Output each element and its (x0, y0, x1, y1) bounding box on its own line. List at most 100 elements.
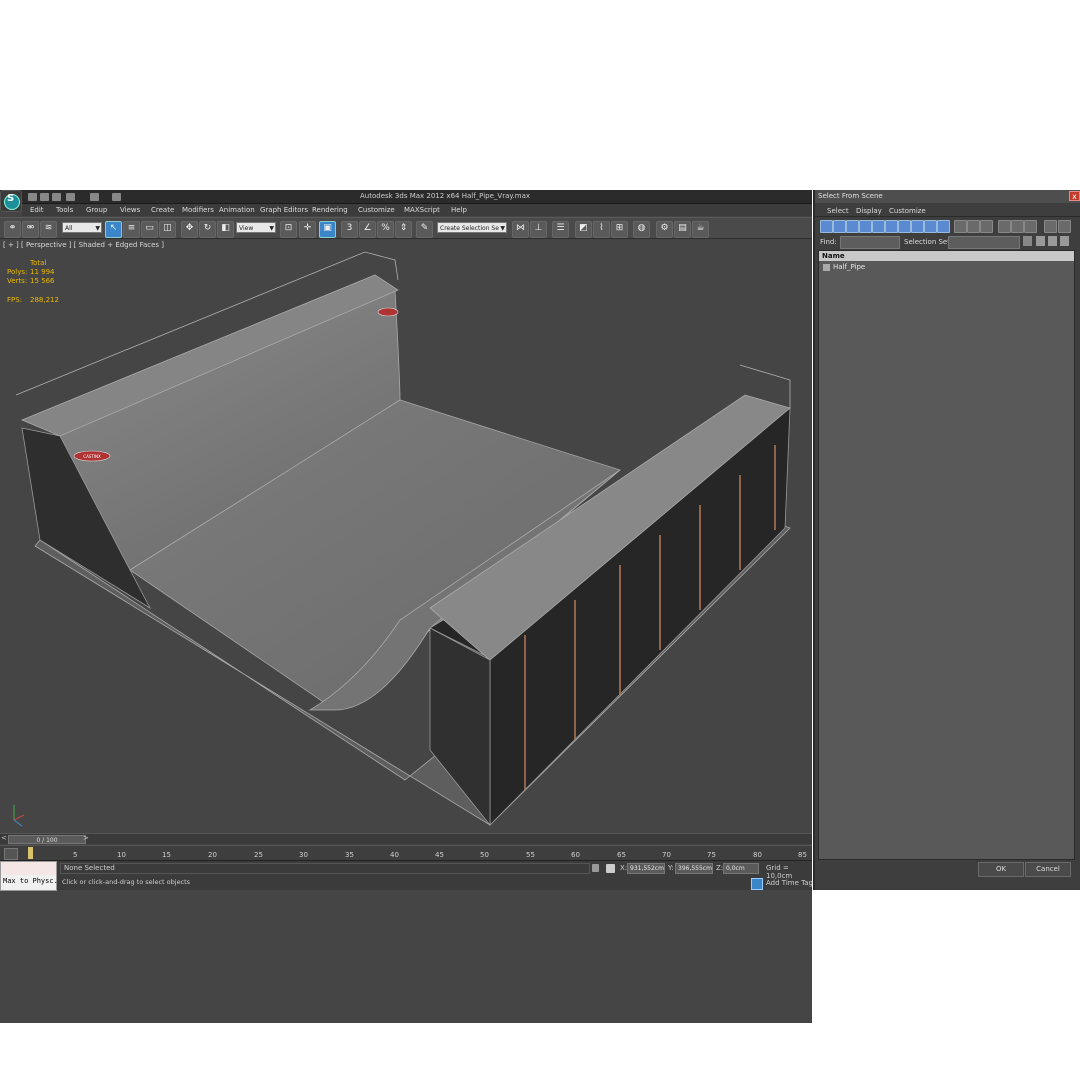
columns-icon[interactable] (1048, 236, 1057, 246)
display-dependents-icon[interactable] (1024, 220, 1037, 233)
menu-maxscript[interactable]: MAXScript (404, 206, 440, 214)
rotate-icon[interactable]: ↻ (199, 221, 216, 238)
material-editor-icon[interactable]: ◍ (633, 221, 650, 238)
tab-select[interactable]: Select (827, 207, 849, 215)
angle-snap-icon[interactable]: ∠ (359, 221, 376, 238)
list-item[interactable]: Half_Pipe (823, 263, 865, 271)
pivot-center-icon[interactable]: ⊡ (280, 221, 297, 238)
perspective-viewport[interactable]: [ + ] [ Perspective ] [ Shaded + Edged F… (0, 240, 812, 1023)
menu-rendering[interactable]: Rendering (312, 206, 348, 214)
track-bar[interactable]: 5 10 15 20 25 30 35 40 45 50 55 60 65 70… (0, 845, 812, 860)
layer-manager-icon[interactable]: ☰ (552, 221, 569, 238)
unlink-icon[interactable]: ⚮ (22, 221, 39, 238)
select-all-icon[interactable] (954, 220, 967, 233)
undo-icon[interactable] (66, 193, 75, 201)
time-next-arrow[interactable]: > (83, 834, 89, 842)
time-slider-bar[interactable]: < 0 / 100 > (0, 833, 812, 844)
scale-icon[interactable]: ◧ (217, 221, 234, 238)
menu-create[interactable]: Create (151, 206, 174, 214)
menu-edit[interactable]: Edit (30, 206, 44, 214)
close-button[interactable]: x (1069, 191, 1080, 201)
filter-bones-icon[interactable] (924, 220, 937, 233)
filter-spacewarps-icon[interactable] (885, 220, 898, 233)
menu-tools[interactable]: Tools (56, 206, 73, 214)
open-file-icon[interactable] (40, 193, 49, 201)
transform-mode-icon[interactable] (606, 864, 615, 873)
time-slider-thumb[interactable]: 0 / 100 (8, 835, 86, 844)
align-icon[interactable]: ⊥ (530, 221, 547, 238)
edit-named-selection-icon[interactable]: ✎ (416, 221, 433, 238)
half-pipe-model[interactable]: CASTINX (0, 240, 812, 833)
percent-snap-icon[interactable]: % (377, 221, 394, 238)
menu-group[interactable]: Group (86, 206, 107, 214)
menu-modifiers[interactable]: Modifiers (182, 206, 214, 214)
menu-views[interactable]: Views (120, 206, 140, 214)
select-none-icon[interactable] (967, 220, 980, 233)
render-setup-icon[interactable]: ⚙ (656, 221, 673, 238)
filter-containers-icon[interactable] (937, 220, 950, 233)
filter-geometry-icon[interactable] (820, 220, 833, 233)
reference-coordinate-dropdown[interactable]: View ▼ (236, 222, 276, 233)
filter-shapes-icon[interactable] (833, 220, 846, 233)
select-by-name-icon[interactable]: ≡ (123, 221, 140, 238)
select-invert-icon[interactable] (980, 220, 993, 233)
lock-selection-icon[interactable] (592, 864, 599, 872)
spinner-snap-icon[interactable]: ⇕ (395, 221, 412, 238)
z-coordinate-field[interactable]: 0,0cm (723, 863, 759, 874)
project-folder-icon[interactable] (112, 193, 121, 201)
selection-filter-dropdown[interactable]: All ▼ (62, 222, 102, 233)
mirror-icon[interactable]: ⋈ (512, 221, 529, 238)
move-icon[interactable]: ✥ (181, 221, 198, 238)
name-column-header[interactable]: Name (819, 251, 1074, 261)
new-file-icon[interactable] (28, 193, 37, 201)
time-tag-icon[interactable] (751, 878, 763, 890)
named-selection-set-dropdown[interactable]: Create Selection Se ▼ (437, 222, 507, 233)
link-icon[interactable]: ⚭ (4, 221, 21, 238)
keyboard-shortcut-icon[interactable]: ▣ (319, 221, 336, 238)
display-children-icon[interactable] (998, 220, 1011, 233)
menu-graph-editors[interactable]: Graph Editors (260, 206, 308, 214)
graphite-modeling-icon[interactable]: ◩ (575, 221, 592, 238)
time-cursor[interactable] (28, 847, 33, 859)
application-button[interactable]: S (0, 190, 22, 212)
menu-animation[interactable]: Animation (219, 206, 255, 214)
rectangular-selection-icon[interactable]: ▭ (141, 221, 158, 238)
redo-icon[interactable] (90, 193, 99, 201)
bind-spacewarp-icon[interactable]: ≋ (40, 221, 57, 238)
find-input[interactable] (840, 236, 900, 249)
track-bar-toggle-icon[interactable] (4, 848, 18, 860)
window-crossing-icon[interactable]: ◫ (159, 221, 176, 238)
schematic-view-icon[interactable]: ⊞ (611, 221, 628, 238)
filter-cameras-icon[interactable] (859, 220, 872, 233)
rendered-frame-window-icon[interactable]: ▤ (674, 221, 691, 238)
save-file-icon[interactable] (52, 193, 61, 201)
display-influences-icon[interactable] (1011, 220, 1024, 233)
select-object-icon[interactable]: ↖ (105, 221, 122, 238)
render-production-icon[interactable]: ☕ (692, 221, 709, 238)
filter-options-icon[interactable] (1058, 220, 1071, 233)
cancel-button[interactable]: Cancel (1025, 862, 1071, 877)
menu-customize[interactable]: Customize (358, 206, 395, 214)
filter-groups-icon[interactable] (898, 220, 911, 233)
tab-customize[interactable]: Customize (889, 207, 926, 215)
snaps-toggle-icon[interactable]: 3 (341, 221, 358, 238)
y-coordinate-field[interactable]: 396,555cm (675, 863, 713, 874)
hierarchy-icon[interactable] (1060, 236, 1069, 246)
ok-button[interactable]: OK (978, 862, 1024, 877)
sort-icon[interactable] (1036, 236, 1045, 246)
x-coordinate-field[interactable]: 931,552cm (627, 863, 665, 874)
filter-xrefs-icon[interactable] (911, 220, 924, 233)
maxscript-listener[interactable]: Max to Physc. (0, 861, 58, 891)
curve-editor-icon[interactable]: ⌇ (593, 221, 610, 238)
time-prev-arrow[interactable]: < (1, 834, 7, 842)
selection-sets-dropdown[interactable] (948, 236, 1020, 249)
add-time-tag[interactable]: Add Time Tag (766, 879, 813, 887)
filter-helpers-icon[interactable] (872, 220, 885, 233)
select-manipulate-icon[interactable]: ✛ (299, 221, 316, 238)
menu-help[interactable]: Help (451, 206, 467, 214)
scene-object-list[interactable]: Name Half_Pipe (818, 250, 1075, 860)
filter-funnel-icon[interactable] (1044, 220, 1057, 233)
tab-display[interactable]: Display (856, 207, 882, 215)
selection-set-dropdown-arrow-icon[interactable] (1023, 236, 1032, 246)
filter-lights-icon[interactable] (846, 220, 859, 233)
